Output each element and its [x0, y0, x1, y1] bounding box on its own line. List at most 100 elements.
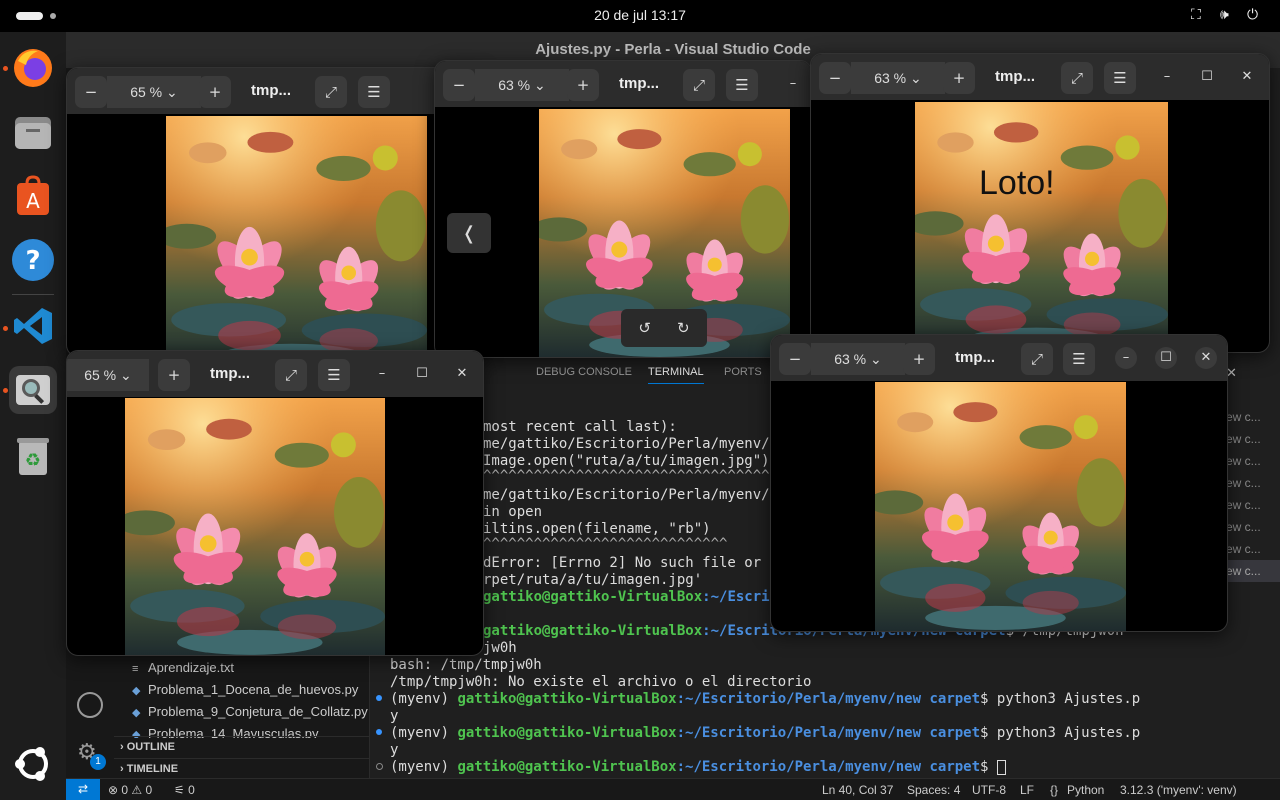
rotate-left-icon[interactable]: ↺: [638, 319, 651, 337]
close-icon[interactable]: ✕: [454, 366, 470, 382]
prompt-path: :~/Escritorio/Perla/myenv/new carpet: [676, 691, 981, 707]
zoom-level[interactable]: 65 % ⌄: [67, 359, 149, 391]
outline-section[interactable]: › OUTLINE: [114, 736, 370, 758]
encoding[interactable]: UTF-8: [972, 783, 1006, 797]
command-success-dot: [376, 695, 382, 701]
menu-icon[interactable]: ☰: [726, 69, 758, 101]
minimize-icon[interactable]: –: [1159, 69, 1175, 85]
chevron-down-icon: ⌄: [534, 76, 546, 93]
zoom-in-icon[interactable]: +: [567, 69, 599, 101]
file-item[interactable]: ≡ Aprendizaje.txt: [132, 660, 234, 675]
fullscreen-icon[interactable]: ⤢: [275, 359, 307, 391]
zoom-in-icon[interactable]: +: [158, 359, 190, 391]
viewer-header[interactable]: − 65 % ⌄ + tmp... ⤢ ☰: [67, 68, 483, 114]
menu-icon[interactable]: ☰: [318, 359, 350, 391]
clock[interactable]: 20 de jul 13:17: [0, 7, 1280, 23]
zoom-level[interactable]: 63 % ⌄: [851, 62, 945, 94]
zoom-value: 63 %: [498, 77, 531, 93]
terminal-list-item[interactable]: ew c...: [1226, 538, 1280, 560]
terminal-list-item[interactable]: ew c...: [1226, 428, 1280, 450]
maximize-icon[interactable]: ☐: [414, 366, 430, 382]
language-mode[interactable]: Python: [1067, 783, 1104, 797]
prompt-user: gattiko@gattiko-VirtualBox: [457, 759, 677, 775]
previous-image-icon[interactable]: ❬: [447, 213, 491, 253]
vscode-icon[interactable]: [9, 302, 57, 350]
firefox-icon[interactable]: [9, 44, 57, 92]
problems-indicator[interactable]: ⊗ 0 ⚠ 0: [108, 783, 152, 797]
fullscreen-icon[interactable]: ⤢: [683, 69, 715, 101]
image-viewer-window: − 63 % ⌄ + tmp... ⤢ ☰ – ☐ ✕ Loto!: [810, 53, 1270, 353]
terminal-list-item[interactable]: ew c...: [1226, 406, 1280, 428]
files-icon[interactable]: [9, 108, 57, 156]
viewer-title: tmp...: [995, 68, 1035, 85]
zoom-level[interactable]: 63 % ⌄: [475, 69, 569, 101]
menu-icon[interactable]: ☰: [1104, 62, 1136, 94]
fullscreen-icon[interactable]: ⤢: [315, 76, 347, 108]
help-icon[interactable]: ?: [9, 236, 57, 284]
ports-indicator[interactable]: ⚟ 0: [174, 783, 195, 797]
terminal-list-item[interactable]: ew c...: [1226, 560, 1280, 582]
minimize-icon[interactable]: –: [1115, 347, 1137, 369]
terminal-line: (myenv) gattiko@gattiko-VirtualBox:~/Esc…: [390, 691, 1140, 708]
python-interpreter[interactable]: 3.12.3 ('myenv': venv): [1120, 783, 1237, 797]
braces-icon[interactable]: {}: [1050, 783, 1058, 797]
terminal-list-item[interactable]: ew c...: [1226, 472, 1280, 494]
terminal-line: ^^^^^^^^^^^^^^^^^^^^^^^^^^^^^: [483, 536, 728, 552]
remote-indicator-icon[interactable]: ⇄: [66, 779, 100, 800]
tab-ports[interactable]: PORTS: [724, 366, 762, 378]
notification-badge: 1: [90, 754, 106, 770]
running-indicator: [3, 326, 8, 331]
fullscreen-icon[interactable]: ⤢: [1021, 343, 1053, 375]
close-icon[interactable]: ✕: [1195, 347, 1217, 369]
maximize-icon[interactable]: ☐: [1199, 69, 1215, 85]
viewer-header[interactable]: 65 % ⌄ + tmp... ⤢ ☰ – ☐ ✕: [67, 351, 483, 397]
zoom-out-icon[interactable]: −: [443, 69, 475, 101]
indentation[interactable]: Spaces: 4: [907, 783, 960, 797]
zoom-in-icon[interactable]: +: [943, 62, 975, 94]
terminal-list-item[interactable]: ew c...: [1226, 494, 1280, 516]
power-icon[interactable]: ⏻: [1247, 7, 1258, 23]
show-apps-icon[interactable]: [9, 740, 57, 788]
chevron-down-icon: ⌄: [120, 366, 132, 383]
app-center-icon[interactable]: A: [9, 172, 57, 220]
terminal-line: gattiko@gattiko-VirtualBox:~/Escritor: [483, 589, 795, 606]
command-pending-dot: [376, 763, 383, 770]
viewer-header[interactable]: − 63 % ⌄ + tmp... ⤢ ☰ –: [435, 61, 811, 107]
zoom-out-icon[interactable]: −: [819, 62, 851, 94]
file-item[interactable]: ◆ Problema_1_Docena_de_huevos.py: [132, 682, 358, 697]
viewer-header[interactable]: − 63 % ⌄ + tmp... ⤢ ☰ – ☐ ✕: [811, 54, 1269, 100]
zoom-in-icon[interactable]: +: [199, 76, 231, 108]
close-icon[interactable]: ✕: [1239, 69, 1255, 85]
image-viewer-icon[interactable]: [9, 366, 57, 414]
zoom-value: 65 %: [130, 84, 163, 100]
terminal-list-item[interactable]: ew c...: [1226, 450, 1280, 472]
end-of-line[interactable]: LF: [1020, 783, 1034, 797]
rotate-right-icon[interactable]: ↻: [677, 319, 690, 337]
menu-icon[interactable]: ☰: [1063, 343, 1095, 375]
lotus-image: [125, 398, 385, 655]
menu-icon[interactable]: ☰: [358, 76, 390, 108]
tab-terminal[interactable]: TERMINAL: [648, 366, 704, 384]
file-item[interactable]: ◆ Problema_9_Conjetura_de_Collatz.py: [132, 704, 368, 719]
volume-icon[interactable]: 🕪: [1220, 7, 1229, 23]
viewer-header[interactable]: − 63 % ⌄ + tmp... ⤢ ☰ – ☐ ✕: [771, 335, 1227, 381]
viewer-title: tmp...: [210, 365, 250, 382]
tab-debug-console[interactable]: DEBUG CONSOLE: [536, 366, 632, 378]
terminal-list-item[interactable]: ew c...: [1226, 516, 1280, 538]
zoom-in-icon[interactable]: +: [903, 343, 935, 375]
terminal-line: in open: [483, 504, 543, 520]
timeline-section[interactable]: › TIMELINE: [114, 758, 370, 780]
minimize-icon[interactable]: –: [785, 76, 801, 92]
fullscreen-icon[interactable]: ⤢: [1061, 62, 1093, 94]
trash-icon[interactable]: ♻: [9, 432, 57, 480]
zoom-level[interactable]: 65 % ⌄: [107, 76, 201, 108]
top-bar: 20 de jul 13:17 ⛶ 🕪 ⏻: [0, 0, 1280, 32]
zoom-out-icon[interactable]: −: [75, 76, 107, 108]
zoom-out-icon[interactable]: −: [779, 343, 811, 375]
cursor-position[interactable]: Ln 40, Col 37: [822, 783, 893, 797]
zoom-level[interactable]: 63 % ⌄: [811, 343, 905, 375]
network-icon[interactable]: ⛶: [1191, 7, 1201, 23]
maximize-icon[interactable]: ☐: [1155, 347, 1177, 369]
minimize-icon[interactable]: –: [374, 366, 390, 382]
account-icon[interactable]: [77, 692, 103, 718]
